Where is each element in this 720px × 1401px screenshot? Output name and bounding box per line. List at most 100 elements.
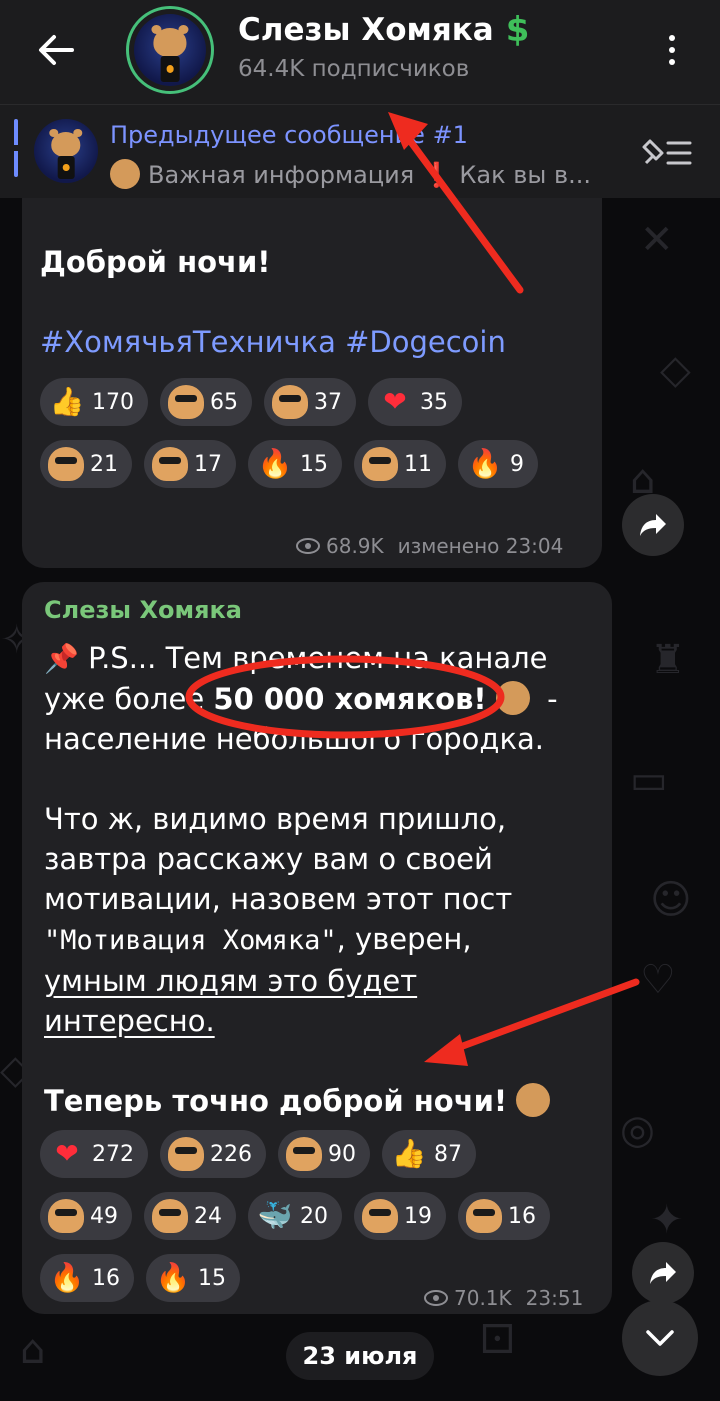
reaction-count: 16 xyxy=(92,1265,120,1291)
pinned-list-button[interactable] xyxy=(640,135,696,171)
phone-icon xyxy=(160,55,180,82)
message-bubble[interactable]: Слезы Хомяка 📌 P.S... Тем временем на ка… xyxy=(22,582,612,1314)
reaction-chip[interactable]: 24 xyxy=(144,1192,236,1240)
reaction-count: 226 xyxy=(210,1141,252,1167)
reaction-count: 19 xyxy=(404,1203,432,1229)
reaction-count: 16 xyxy=(508,1203,536,1229)
reaction-count: 37 xyxy=(314,389,342,415)
red-heart-icon: ❤ xyxy=(55,1137,79,1170)
reaction-chip[interactable]: 90 xyxy=(278,1130,370,1178)
reaction-chip[interactable]: 👍 87 xyxy=(382,1130,476,1178)
fire-icon: 🔥 xyxy=(155,1261,191,1294)
red-heart-icon: ❤ xyxy=(383,385,407,418)
channel-name: Слезы Хомяка xyxy=(238,12,494,48)
message-timestamp: 23:51 xyxy=(525,1286,584,1310)
reactions-list: ❤ 272 226 90 👍 87 49 24 🐳 20 19 16 🔥 16 🔥 15 xyxy=(40,1130,550,1302)
hamster-face-icon xyxy=(362,1199,398,1233)
reaction-chip[interactable]: 🔥 9 xyxy=(458,440,538,488)
reaction-count: 24 xyxy=(194,1203,222,1229)
unpin-list-icon xyxy=(642,139,692,165)
hamster-money-icon xyxy=(48,1199,84,1233)
message-text: Доброй ночи! xyxy=(40,245,271,279)
underlined-text: умным людям это будет xyxy=(44,964,418,998)
hamster-cool-icon xyxy=(286,1137,322,1171)
reaction-chip[interactable]: 16 xyxy=(458,1192,550,1240)
hashtag-link[interactable]: #ХомячьяТехничка xyxy=(40,325,336,359)
back-button[interactable] xyxy=(24,22,88,78)
hamster-cool-icon xyxy=(272,385,308,419)
share-button[interactable] xyxy=(632,1242,694,1304)
reaction-count: 21 xyxy=(90,451,118,477)
view-count: 70.1K xyxy=(454,1286,512,1310)
reactions-list: 👍 170 65 37 ❤ 35 21 17 🔥 15 11 🔥 9 xyxy=(40,378,540,488)
reaction-chip[interactable]: 49 xyxy=(40,1192,132,1240)
code-text: "Мотивация Хомяка" xyxy=(44,925,337,956)
views-eye-icon xyxy=(424,1290,448,1306)
hashtag-link[interactable]: #Dogecoin xyxy=(345,325,506,359)
reaction-count: 17 xyxy=(194,451,222,477)
reaction-chip[interactable]: ❤ 272 xyxy=(40,1130,148,1178)
reaction-chip[interactable]: 🔥 15 xyxy=(248,440,342,488)
pinned-thumbnail xyxy=(34,119,98,183)
channel-title[interactable]: Слезы Хомяка $ xyxy=(238,10,529,50)
hamster-fire-icon xyxy=(466,1199,502,1233)
reaction-chip[interactable]: 17 xyxy=(144,440,236,488)
reaction-chip[interactable]: 🔥 16 xyxy=(40,1254,134,1302)
reaction-count: 35 xyxy=(420,389,448,415)
hamster-face-icon xyxy=(362,447,398,481)
phone-icon xyxy=(57,156,75,180)
reaction-count: 9 xyxy=(510,451,524,477)
reaction-count: 170 xyxy=(92,389,134,415)
hamster-laptop-icon xyxy=(168,1137,204,1171)
hamster-emoji-icon xyxy=(110,159,140,189)
reaction-chip[interactable]: 65 xyxy=(160,378,252,426)
whale-icon: 🐳 xyxy=(257,1199,293,1232)
fire-icon: 🔥 xyxy=(49,1261,85,1294)
channel-avatar[interactable] xyxy=(126,6,214,94)
scroll-to-bottom-button[interactable] xyxy=(622,1300,698,1376)
hamster-avatar-icon xyxy=(151,24,189,58)
reaction-count: 49 xyxy=(90,1203,118,1229)
reaction-chip[interactable]: 19 xyxy=(354,1192,446,1240)
reaction-count: 90 xyxy=(328,1141,356,1167)
back-arrow-icon xyxy=(39,35,74,65)
pinned-title: Предыдущее сообщение #1 xyxy=(110,121,468,149)
reaction-count: 15 xyxy=(300,451,328,477)
thumbs-up-icon: 👍 xyxy=(391,1137,427,1170)
view-count: 68.9K xyxy=(326,534,384,558)
hamster-money-icon xyxy=(152,447,188,481)
reaction-chip[interactable]: ❤ 35 xyxy=(368,378,462,426)
hashtags: #ХомячьяТехничка #Dogecoin xyxy=(40,322,506,362)
reaction-chip[interactable]: 🐳 20 xyxy=(248,1192,342,1240)
reaction-count: 87 xyxy=(434,1141,462,1167)
sender-name[interactable]: Слезы Хомяка xyxy=(44,596,242,624)
reaction-chip[interactable]: 👍 170 xyxy=(40,378,148,426)
reaction-chip[interactable]: 226 xyxy=(160,1130,266,1178)
hamster-laptop-emoji-icon xyxy=(495,681,530,715)
message-meta: 68.9K изменено 23:04 xyxy=(296,534,563,558)
reaction-count: 272 xyxy=(92,1141,134,1167)
reaction-chip[interactable]: 37 xyxy=(264,378,356,426)
message-text: 📌 P.S... Тем временем на канале уже боле… xyxy=(44,638,604,1121)
edited-timestamp: изменено 23:04 xyxy=(397,534,564,558)
reaction-chip[interactable]: 11 xyxy=(354,440,446,488)
hamster-fire-icon xyxy=(48,447,84,481)
fire-icon: 🔥 xyxy=(257,447,293,480)
reaction-count: 15 xyxy=(198,1265,226,1291)
reaction-count: 11 xyxy=(404,451,432,477)
message-meta: 70.1K 23:51 xyxy=(424,1286,583,1310)
pinned-message-bar[interactable]: Предыдущее сообщение #1 Важная информаци… xyxy=(0,104,720,198)
share-arrow-icon xyxy=(650,1262,676,1284)
reaction-count: 65 xyxy=(210,389,238,415)
more-options-button[interactable] xyxy=(650,26,694,74)
hamster-avatar-icon xyxy=(49,128,83,158)
reaction-chip[interactable]: 21 xyxy=(40,440,132,488)
reaction-chip[interactable]: 🔥 15 xyxy=(146,1254,240,1302)
subscriber-count: 64.4K подписчиков xyxy=(238,56,470,82)
share-button[interactable] xyxy=(622,494,684,556)
hamster-laptop-icon xyxy=(168,385,204,419)
date-separator: 23 июля xyxy=(286,1332,434,1380)
hamster-suit-icon xyxy=(152,1199,188,1233)
exclamation-icon: ❗ xyxy=(421,161,452,189)
message-bubble[interactable]: Доброй ночи! #ХомячьяТехничка #Dogecoin … xyxy=(22,190,602,568)
